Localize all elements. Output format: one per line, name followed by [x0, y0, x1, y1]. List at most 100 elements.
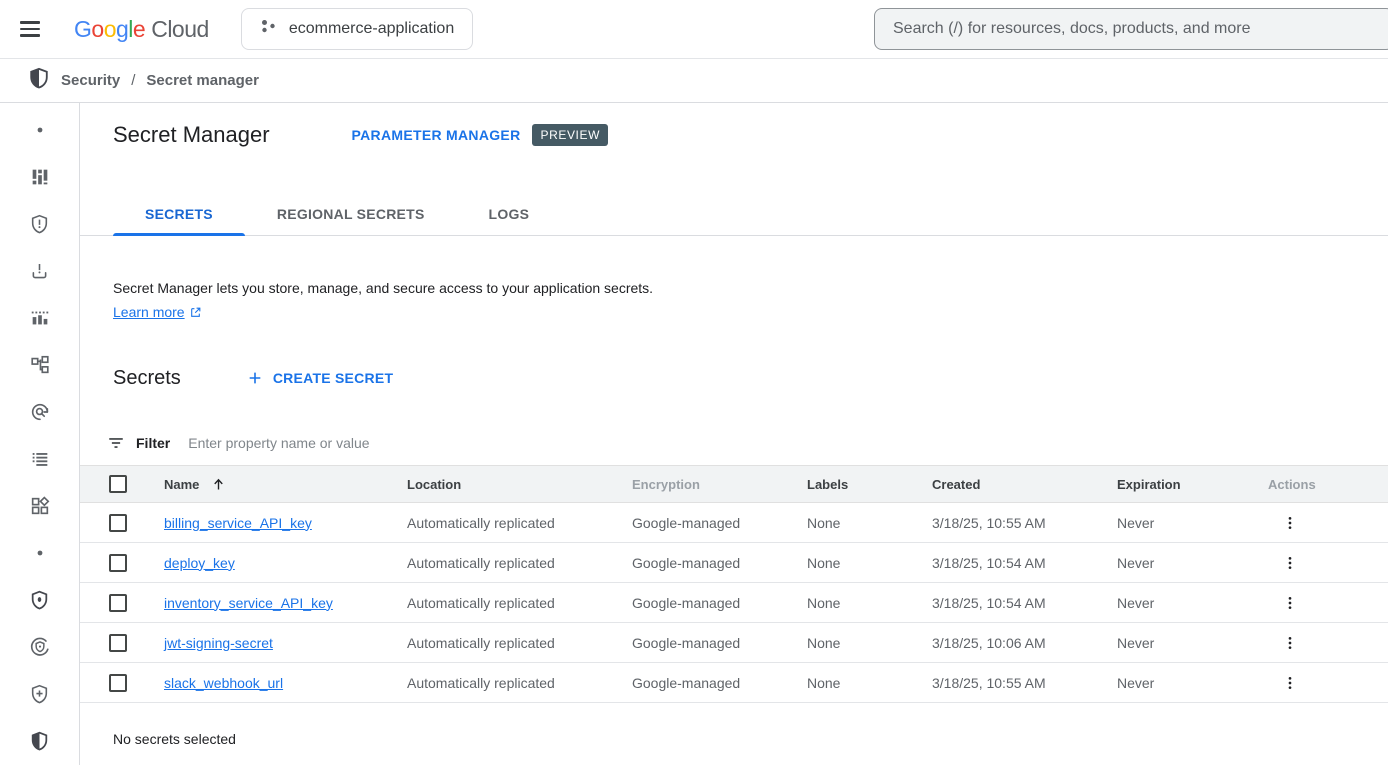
sort-ascending-icon: [211, 477, 226, 492]
row-checkbox[interactable]: [109, 634, 127, 652]
table-row: deploy_key Automatically replicated Goog…: [80, 543, 1388, 583]
plus-icon: [247, 370, 263, 386]
create-secret-label: CREATE SECRET: [273, 370, 393, 386]
secrets-table: Filter Name Location Encryption Labels C…: [80, 420, 1388, 703]
row-checkbox[interactable]: [109, 594, 127, 612]
global-search[interactable]: [874, 8, 1388, 50]
breadcrumb-separator: /: [131, 72, 135, 89]
column-header-actions: Actions: [1262, 477, 1388, 492]
cell-encryption: Google-managed: [632, 515, 807, 531]
column-header-location: Location: [407, 477, 632, 492]
cell-location: Automatically replicated: [407, 595, 632, 611]
top-bar: GoogleCloud ecommerce-application: [0, 0, 1388, 58]
menu-icon[interactable]: [20, 15, 48, 43]
page-description: Secret Manager lets you store, manage, a…: [113, 278, 1388, 298]
row-actions-menu-icon[interactable]: [1276, 549, 1304, 577]
column-header-expiration: Expiration: [1117, 477, 1262, 492]
table-row: slack_webhook_url Automatically replicat…: [80, 663, 1388, 703]
risk-overview-icon[interactable]: [0, 153, 79, 200]
filter-bar[interactable]: Filter: [80, 420, 1388, 465]
create-secret-button[interactable]: CREATE SECRET: [247, 370, 393, 386]
secrets-section-heading: Secrets: [113, 367, 181, 390]
cell-encryption: Google-managed: [632, 675, 807, 691]
cell-expiration: Never: [1117, 635, 1262, 651]
secret-name-link[interactable]: billing_service_API_key: [164, 515, 312, 531]
row-actions-menu-icon[interactable]: [1276, 509, 1304, 537]
logo-cloud-text: Cloud: [151, 16, 209, 43]
row-checkbox[interactable]: [109, 514, 127, 532]
secret-name-link[interactable]: jwt-signing-secret: [164, 635, 273, 651]
cell-location: Automatically replicated: [407, 675, 632, 691]
selection-status: No secrets selected: [113, 731, 1388, 747]
bar-chart-icon[interactable]: [0, 294, 79, 341]
filter-label: Filter: [136, 435, 170, 451]
logo-letter: e: [133, 16, 145, 43]
shield-alert-icon[interactable]: [0, 200, 79, 247]
apps-grid-icon[interactable]: [0, 482, 79, 529]
google-cloud-logo[interactable]: GoogleCloud: [74, 16, 209, 43]
logo-letter: g: [116, 16, 128, 43]
shield-half-icon[interactable]: [0, 717, 79, 764]
cell-location: Automatically replicated: [407, 555, 632, 571]
search-input[interactable]: [893, 20, 1375, 38]
cell-location: Automatically replicated: [407, 515, 632, 531]
breadcrumb-security[interactable]: Security: [61, 72, 120, 89]
scan-search-icon[interactable]: [0, 388, 79, 435]
shield-plus-icon[interactable]: [0, 670, 79, 717]
import-alert-icon[interactable]: [0, 247, 79, 294]
tab-bar: SECRETS REGIONAL SECRETS LOGS: [80, 193, 1388, 236]
secret-name-link[interactable]: inventory_service_API_key: [164, 595, 333, 611]
column-header-name[interactable]: Name: [164, 477, 407, 492]
cell-expiration: Never: [1117, 515, 1262, 531]
cell-labels: None: [807, 635, 932, 651]
project-selector[interactable]: ecommerce-application: [241, 8, 473, 50]
shield-keyhole-icon[interactable]: [0, 576, 79, 623]
hierarchy-icon[interactable]: [0, 341, 79, 388]
logo-letter: G: [74, 16, 91, 43]
breadcrumb: Security / Secret manager: [0, 58, 1388, 103]
row-actions-menu-icon[interactable]: [1276, 589, 1304, 617]
cell-labels: None: [807, 555, 932, 571]
cell-labels: None: [807, 675, 932, 691]
row-checkbox[interactable]: [109, 554, 127, 572]
table-row: inventory_service_API_key Automatically …: [80, 583, 1388, 623]
cell-encryption: Google-managed: [632, 555, 807, 571]
cell-encryption: Google-managed: [632, 635, 807, 651]
nav-dot-item[interactable]: [0, 106, 79, 153]
column-header-encryption: Encryption: [632, 477, 807, 492]
secret-name-link[interactable]: slack_webhook_url: [164, 675, 283, 691]
parameter-manager-link[interactable]: PARAMETER MANAGER: [352, 127, 521, 143]
detailed-list-icon[interactable]: [0, 435, 79, 482]
external-link-icon: [189, 306, 202, 319]
breadcrumb-current-page: Secret manager: [146, 72, 259, 89]
cell-encryption: Google-managed: [632, 595, 807, 611]
row-actions-menu-icon[interactable]: [1276, 669, 1304, 697]
cell-created: 3/18/25, 10:55 AM: [932, 675, 1117, 691]
logo-letter: o: [91, 16, 103, 43]
logo-letter: o: [104, 16, 116, 43]
table-row: billing_service_API_key Automatically re…: [80, 503, 1388, 543]
learn-more-label: Learn more: [113, 304, 185, 320]
cell-expiration: Never: [1117, 675, 1262, 691]
preview-badge: PREVIEW: [532, 124, 608, 146]
compliance-shield-icon[interactable]: [0, 623, 79, 670]
security-nav-rail: [0, 103, 80, 765]
cell-location: Automatically replicated: [407, 635, 632, 651]
tab-regional-secrets[interactable]: REGIONAL SECRETS: [245, 193, 457, 235]
learn-more-link[interactable]: Learn more: [113, 304, 202, 320]
project-icon: [260, 18, 277, 40]
secret-name-link[interactable]: deploy_key: [164, 555, 235, 571]
row-checkbox[interactable]: [109, 674, 127, 692]
nav-dot-item[interactable]: [0, 529, 79, 576]
cell-created: 3/18/25, 10:55 AM: [932, 515, 1117, 531]
page-title: Secret Manager: [113, 122, 270, 148]
filter-input[interactable]: [188, 435, 608, 451]
row-actions-menu-icon[interactable]: [1276, 629, 1304, 657]
tab-secrets[interactable]: SECRETS: [113, 193, 245, 235]
tab-logs[interactable]: LOGS: [457, 193, 562, 235]
cell-created: 3/18/25, 10:06 AM: [932, 635, 1117, 651]
main-content: Secret Manager PARAMETER MANAGER PREVIEW…: [80, 103, 1388, 765]
cell-created: 3/18/25, 10:54 AM: [932, 555, 1117, 571]
cell-expiration: Never: [1117, 595, 1262, 611]
select-all-checkbox[interactable]: [109, 475, 127, 493]
